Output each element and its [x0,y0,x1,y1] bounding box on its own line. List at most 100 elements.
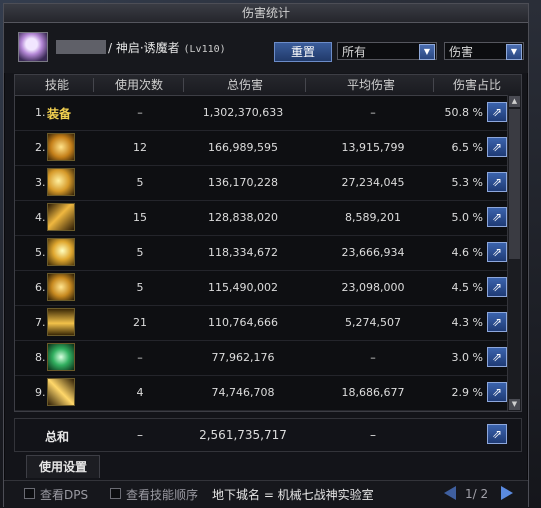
cell-pct: 6.5 % [451,141,483,154]
row-index: 7. [35,316,46,329]
cell-total: 1,302,370,633 [202,106,284,119]
cell-avg: 23,666,934 [341,246,405,259]
prev-page-icon[interactable] [444,486,456,500]
cell-avg: 8,589,201 [345,211,401,224]
cell-uses: 5 [136,281,144,294]
damage-stats-window: 伤害统计 / 神启·诱魔者 (Lv110) 重置 所有 ▼ 伤害 ▼ 技能 使用… [3,3,529,507]
share-icon[interactable]: ⇗ [487,347,507,367]
show-dps-label[interactable]: 查看DPS [40,486,88,503]
cell-avg: 13,915,799 [341,141,405,154]
cell-pct: 5.3 % [451,176,483,189]
window-title[interactable]: 伤害统计 [4,4,528,23]
cell-total: 128,838,020 [208,211,278,224]
share-icon[interactable]: ⇗ [487,424,507,444]
character-avatar [18,32,48,62]
col-skill[interactable]: 技能 [37,75,77,95]
show-order-label[interactable]: 查看技能顺序 [126,486,198,503]
table-row[interactable]: 6. 5 115,490,002 23,098,000 4.5 % ⇗ [15,271,507,306]
cell-uses: 5 [136,176,144,189]
tab-settings[interactable]: 使用设置 [26,455,100,478]
cell-uses: – [137,106,143,119]
cell-total: 110,764,666 [208,316,278,329]
cell-avg: 27,234,045 [341,176,405,189]
skill-icon-6 [47,273,75,301]
skill-icon-8 [47,343,75,371]
share-icon[interactable]: ⇗ [487,242,507,262]
chevron-down-icon[interactable]: ▼ [419,44,435,60]
col-uses[interactable]: 使用次数 [101,75,177,95]
skill-icon-5 [47,238,75,266]
page-indicator: 1/ 2 [465,487,489,501]
col-share[interactable]: 伤害占比 [439,75,515,95]
share-icon[interactable]: ⇗ [487,277,507,297]
header-divider [183,78,184,92]
header: / 神启·诱魔者 (Lv110) 重置 所有 ▼ 伤害 ▼ [4,23,528,73]
cell-avg: 5,274,507 [345,316,401,329]
col-avg[interactable]: 平均伤害 [321,75,421,95]
cell-total: 118,334,672 [208,246,278,259]
cell-avg: 18,686,677 [341,386,405,399]
totals-row: 总和 – 2,561,735,717 – ⇗ [14,418,522,452]
table-header: 技能 使用次数 总伤害 平均伤害 伤害占比 [15,75,521,96]
filter-dropdown[interactable]: 所有 ▼ [337,42,437,60]
footer: 查看DPS 查看技能顺序 地下城名 = 机械七战神实验室 1/ 2 [4,480,528,507]
row-index: 5. [35,246,46,259]
share-icon[interactable]: ⇗ [487,312,507,332]
cell-pct: 3.0 % [451,351,483,364]
table-row[interactable]: 2. 12 166,989,595 13,915,799 6.5 % ⇗ [15,131,507,166]
metric-dropdown[interactable]: 伤害 ▼ [444,42,524,60]
metric-value: 伤害 [449,45,474,59]
cell-pct: 4.3 % [451,316,483,329]
row-index: 9. [35,386,46,399]
cell-uses: 12 [133,141,147,154]
scroll-thumb[interactable] [509,109,520,259]
totals-label: 总和 [45,430,70,444]
share-icon[interactable]: ⇗ [487,102,507,122]
scroll-up-icon[interactable]: ▲ [509,96,520,107]
cell-avg: 23,098,000 [341,281,405,294]
show-order-checkbox[interactable] [110,488,121,499]
table-row[interactable]: 7. 21 110,764,666 5,274,507 4.3 % ⇗ [15,306,507,341]
filter-value: 所有 [342,45,367,59]
cell-uses: 21 [133,316,147,329]
reset-button[interactable]: 重置 [274,42,332,62]
table-row[interactable]: 9. 4 74,746,708 18,686,677 2.9 % ⇗ [15,376,507,411]
scroll-down-icon[interactable]: ▼ [509,399,520,410]
damage-table: 技能 使用次数 总伤害 平均伤害 伤害占比 1. 装备 – 1,302,370,633… [14,74,522,412]
scrollbar[interactable]: ▲ ▼ [507,95,521,411]
next-page-icon[interactable] [501,486,513,500]
cell-total: 166,989,595 [208,141,278,154]
cell-pct: 4.5 % [451,281,483,294]
cell-uses: 15 [133,211,147,224]
table-row[interactable]: 1. 装备 – 1,302,370,633 – 50.8 % ⇗ [15,96,507,131]
header-divider [305,78,306,92]
share-icon[interactable]: ⇗ [487,137,507,157]
row-index: 1. [35,106,46,119]
share-icon[interactable]: ⇗ [487,207,507,227]
share-icon[interactable]: ⇗ [487,172,507,192]
cell-avg: – [370,351,376,364]
share-icon[interactable]: ⇗ [487,382,507,402]
show-dps-checkbox[interactable] [24,488,35,499]
table-row[interactable]: 8. – 77,962,176 – 3.0 % ⇗ [15,341,507,376]
col-total[interactable]: 总伤害 [195,75,295,95]
cell-pct: 2.9 % [451,386,483,399]
table-row[interactable]: 5. 5 118,334,672 23,666,934 4.6 % ⇗ [15,236,507,271]
totals-avg: – [370,428,376,442]
totals-damage: 2,561,735,717 [199,428,287,442]
cell-avg: – [370,106,376,119]
skill-icon-4 [47,203,75,231]
character-class: / 神启·诱魔者 [108,41,180,55]
chevron-down-icon[interactable]: ▼ [506,44,522,60]
skill-icon-9 [47,378,75,406]
header-divider [93,78,94,92]
cell-pct: 4.6 % [451,246,483,259]
table-row[interactable]: 3. 5 136,170,228 27,234,045 5.3 % ⇗ [15,166,507,201]
character-level: (Lv110) [183,44,226,55]
cell-uses: 5 [136,246,144,259]
table-row[interactable]: 4. 15 128,838,020 8,589,201 5.0 % ⇗ [15,201,507,236]
dungeon-name: 地下城名 = 机械七战神实验室 [212,488,374,502]
skill-icon-7 [47,308,75,336]
row-index: 4. [35,211,46,224]
skill-icon-3 [47,168,75,196]
